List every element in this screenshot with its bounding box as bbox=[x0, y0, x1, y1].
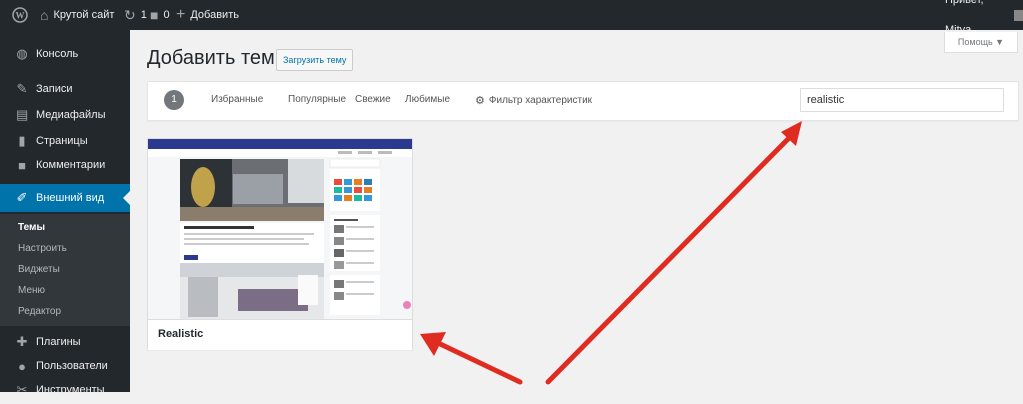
arrow-to-search-field bbox=[545, 121, 802, 385]
arrow-to-theme-card bbox=[420, 332, 523, 385]
annotation-arrows bbox=[420, 121, 802, 385]
